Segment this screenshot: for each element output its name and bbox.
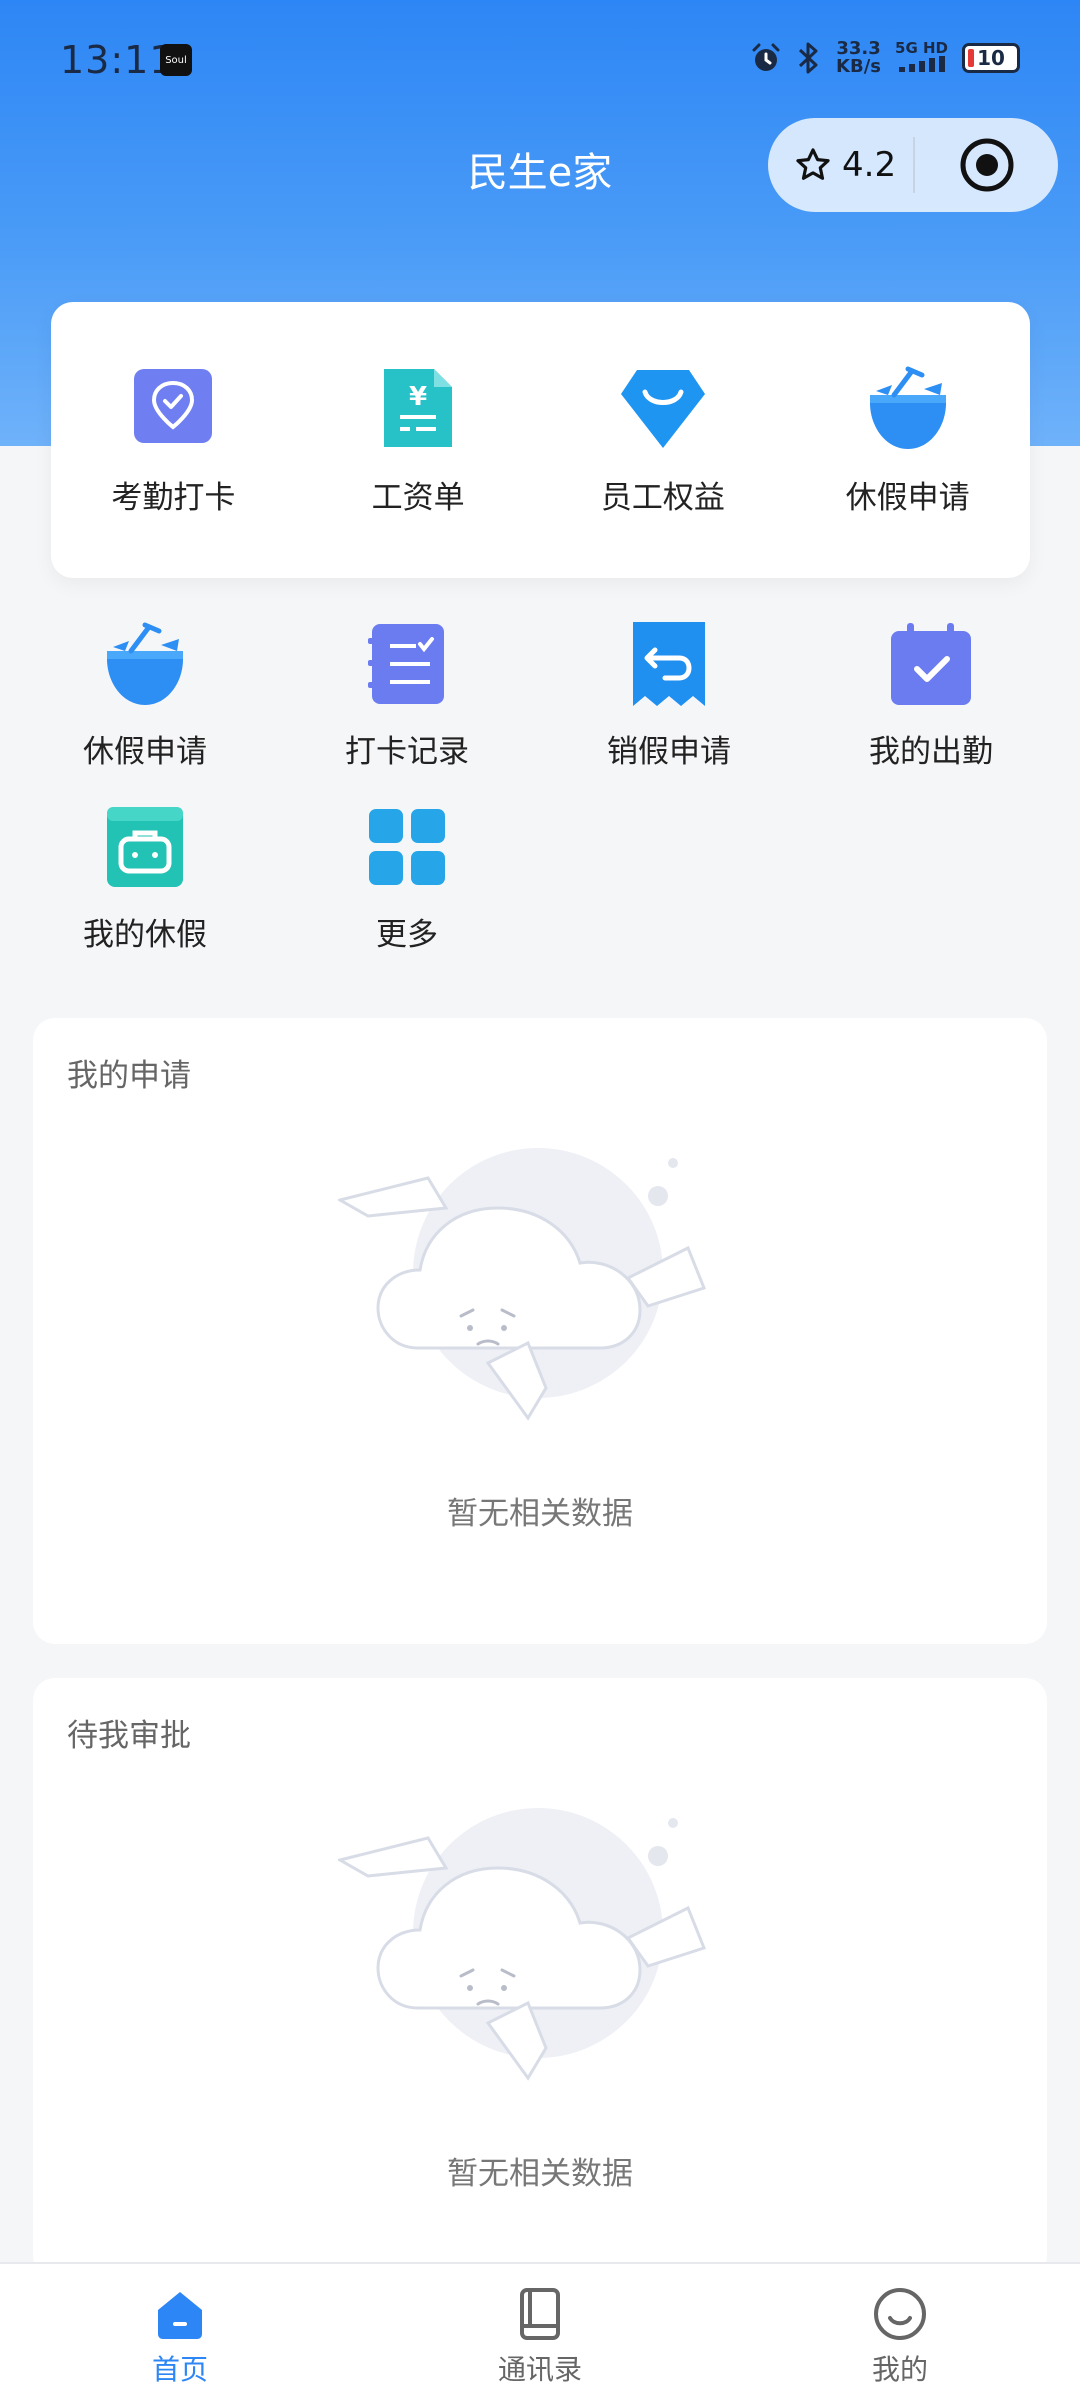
panel-title: 待我审批	[67, 1718, 191, 1754]
signal-indicator: 5G HD	[895, 41, 948, 75]
rating-button[interactable]: 4.2	[768, 145, 913, 185]
shortcut-label: 销假申请	[607, 734, 731, 770]
alarm-icon	[752, 43, 780, 71]
shortcut-attendance-checkin[interactable]: 考勤打卡	[51, 364, 296, 517]
bluetooth-icon	[799, 42, 818, 74]
checklist-icon	[368, 624, 444, 704]
shortcut-leave-cancellation[interactable]: 销假申请	[538, 620, 800, 771]
shortcut-label: 工资单	[371, 479, 465, 516]
shortcut-label: 休假申请	[845, 479, 970, 516]
empty-cloud-illustration	[338, 1148, 706, 1421]
signal-bars-icon	[898, 56, 945, 72]
benefit-bag-icon	[620, 369, 705, 448]
empty-cloud-illustration	[338, 1808, 706, 2081]
close-target-button[interactable]	[915, 136, 1058, 194]
calendar-check-icon	[891, 623, 971, 705]
battery-indicator: 10	[962, 43, 1020, 73]
shortcut-employee-benefits[interactable]: 员工权益	[541, 364, 786, 517]
status-time: 13:11	[60, 38, 175, 82]
shortcut-leave-request[interactable]: 休假申请	[785, 364, 1030, 517]
shortcut-my-leave[interactable]: 我的休假	[14, 803, 276, 954]
shortcut-label: 我的休假	[83, 917, 207, 953]
svg-text:¥: ¥	[409, 382, 427, 412]
panel-title: 我的申请	[67, 1058, 191, 1094]
bottom-tab-bar: 首页 通讯录 我的	[0, 2262, 1080, 2400]
empty-state-text: 暂无相关数据	[447, 2156, 633, 2192]
top-shortcut-card: 考勤打卡 ¥ 工资单 员工权益 休假申请	[51, 302, 1030, 578]
status-bar: 13:11 Soul 33.3 KB/s 5G HD 10	[0, 0, 1080, 120]
soul-app-icon: Soul	[160, 44, 192, 76]
shortcut-more[interactable]: 更多	[276, 803, 538, 954]
star-icon	[796, 148, 830, 180]
network-speed: 33.3 KB/s	[836, 38, 882, 77]
coconut-drink-icon	[107, 622, 183, 705]
tab-profile[interactable]: 我的	[720, 2264, 1080, 2400]
shortcut-label: 更多	[376, 917, 438, 953]
shortcut-checkin-records[interactable]: 打卡记录	[276, 620, 538, 771]
tab-label: 首页	[151, 2353, 208, 2386]
tab-label: 我的	[871, 2353, 928, 2386]
address-book-icon	[520, 2288, 560, 2340]
location-check-icon	[134, 368, 213, 443]
tab-contacts[interactable]: 通讯录	[360, 2264, 720, 2400]
shortcut-leave-request-2[interactable]: 休假申请	[14, 620, 276, 771]
shortcut-label: 员工权益	[600, 479, 725, 516]
tab-label: 通讯录	[497, 2353, 582, 2386]
pending-approval-panel: 待我审批 暂无相关数据	[33, 1678, 1047, 2278]
shortcut-grid: 休假申请 打卡记录 销假申请 我的出勤 我的休假 更多	[14, 620, 1064, 954]
target-icon	[960, 138, 1013, 192]
return-receipt-icon	[633, 622, 705, 706]
shortcut-label: 我的出勤	[869, 734, 993, 770]
shortcut-label: 考勤打卡	[111, 479, 236, 516]
rating-value: 4.2	[842, 145, 897, 185]
empty-state-text: 暂无相关数据	[447, 1496, 633, 1532]
tab-home[interactable]: 首页	[0, 2264, 360, 2400]
payslip-icon: ¥	[384, 368, 453, 447]
shortcut-my-attendance[interactable]: 我的出勤	[800, 620, 1062, 771]
mini-program-capsule: 4.2	[768, 118, 1058, 212]
suitcase-icon	[107, 807, 183, 887]
shortcut-label: 打卡记录	[345, 734, 469, 770]
smile-profile-icon	[874, 2288, 926, 2340]
home-icon	[158, 2292, 202, 2339]
shortcut-label: 休假申请	[83, 734, 207, 770]
coconut-drink-icon	[869, 366, 946, 449]
my-requests-panel: 我的申请 暂无相关数据	[33, 1018, 1047, 1644]
shortcut-payslip[interactable]: ¥ 工资单	[296, 364, 541, 517]
grid-more-icon	[369, 809, 445, 885]
